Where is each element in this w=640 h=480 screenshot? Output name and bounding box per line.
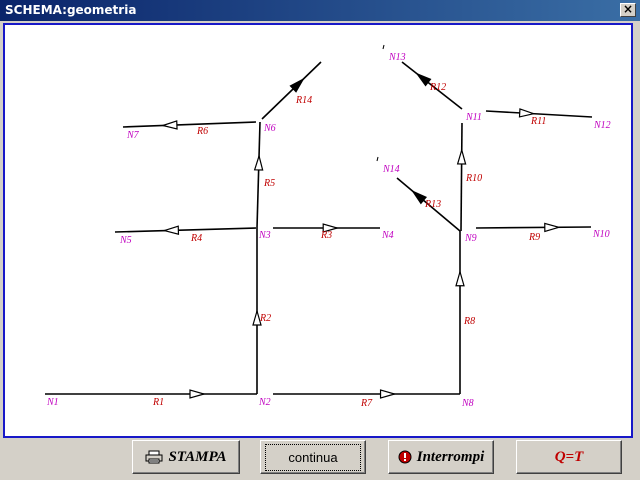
branch-label-r7: R7: [360, 398, 373, 409]
branch-line-r9: [475, 226, 592, 229]
branch-label-r3: R3: [320, 230, 332, 241]
branch-label-r11: R11: [530, 116, 546, 127]
node-label-n9: N9: [464, 233, 477, 244]
node-label-n10: N10: [592, 229, 610, 240]
qt-label: Q=T: [554, 448, 584, 465]
node-label-n6: N6: [263, 123, 276, 134]
branch-arrow-r1: [189, 389, 207, 399]
branch-label-r8: R8: [463, 316, 475, 327]
branch-arrow-r6: [160, 120, 178, 130]
continua-label: continua: [265, 443, 361, 471]
node-label-n7: N7: [126, 130, 140, 141]
node-tick-n13: [382, 44, 385, 50]
branch-label-r4: R4: [190, 233, 202, 244]
close-button[interactable]: ×: [620, 3, 636, 17]
qt-button[interactable]: Q=T: [516, 440, 622, 474]
node-label-n1: N1: [46, 397, 59, 408]
node-label-n5: N5: [119, 235, 132, 246]
branch-arrow-r4: [162, 225, 180, 235]
node-label-n14: N14: [382, 164, 400, 175]
branch-line-r4: [114, 227, 257, 233]
window-title: SCHEMA:geometria: [5, 3, 137, 17]
stampa-label: STAMPA: [168, 448, 227, 465]
schema-diagram: R1 R2 R3 R4 R5 R6 R14 R7 R8 R9 R10 R11 R12 R13 N1 N2 N3 N…: [45, 44, 611, 409]
branch-arrow-r8: [455, 269, 465, 287]
branch-label-r12: R12: [429, 82, 446, 93]
branch-line-r14: [261, 61, 322, 120]
node-label-n2: N2: [258, 397, 271, 408]
title-bar: SCHEMA:geometria ×: [0, 0, 640, 21]
node-label-n12: N12: [593, 120, 611, 131]
branch-line-r6: [122, 121, 257, 128]
node-label-n11: N11: [465, 112, 482, 123]
printer-icon: [145, 450, 163, 464]
branch-arrow-r12: [415, 72, 432, 87]
branch-label-r6: R6: [196, 126, 208, 137]
stampa-button[interactable]: STAMPA: [132, 440, 240, 474]
node-label-n3: N3: [258, 230, 271, 241]
stop-icon: [398, 450, 412, 464]
branch-label-r2: R2: [259, 313, 271, 324]
branch-arrow-r9: [544, 222, 561, 233]
branch-arrow-r5: [253, 153, 264, 171]
branch-label-r1: R1: [152, 397, 164, 408]
branch-label-r13: R13: [424, 199, 441, 210]
close-icon: ×: [622, 2, 634, 16]
branch-label-r10: R10: [465, 173, 482, 184]
interrompi-button[interactable]: Interrompi: [388, 440, 494, 474]
branch-arrow-r10: [456, 147, 467, 165]
node-label-n13: N13: [388, 52, 406, 63]
branch-label-r9: R9: [528, 232, 540, 243]
node-tick-n14: [376, 156, 379, 162]
schema-canvas: R1 R2 R3 R4 R5 R6 R14 R7 R8 R9 R10 R11 R12 R13 N1 N2 N3 N…: [3, 23, 633, 438]
branch-label-r14: R14: [295, 95, 312, 106]
interrompi-label: Interrompi: [416, 448, 485, 465]
branch-arrow-r7: [379, 389, 397, 399]
branch-line-r10: [460, 122, 463, 232]
node-label-n8: N8: [461, 398, 474, 409]
node-label-n4: N4: [381, 230, 394, 241]
branch-label-r5: R5: [263, 178, 275, 189]
continua-button[interactable]: continua: [260, 440, 366, 474]
branch-line-r5: [256, 121, 261, 229]
